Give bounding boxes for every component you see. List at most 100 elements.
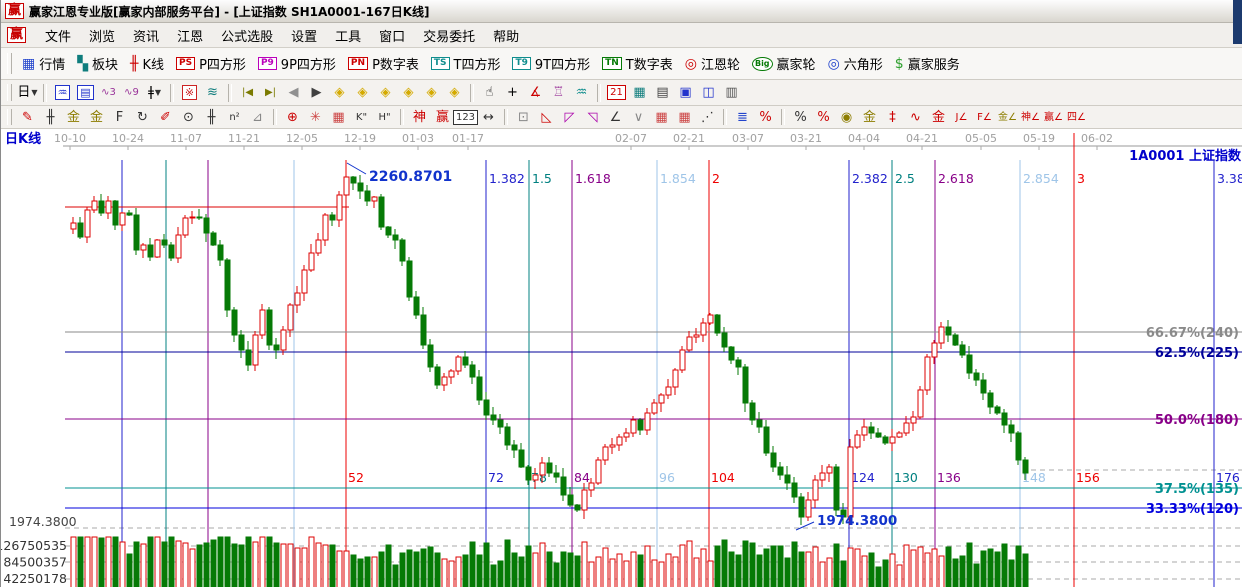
gold-circle-button[interactable]: ◉ — [835, 108, 858, 127]
9p-square-button[interactable]: P99P四方形 — [252, 52, 342, 75]
gold-level-lines-button[interactable]: 金 — [858, 108, 881, 127]
slant-lines-button[interactable]: ⋰ — [696, 108, 719, 127]
h-span-button[interactable]: ↔ — [477, 108, 500, 127]
period-selector-button[interactable]: 日▼ — [16, 83, 39, 102]
menu-item-formula-stock-pick[interactable]: 公式选股 — [212, 28, 282, 47]
square-region-button[interactable]: ⊡ — [512, 108, 535, 127]
crosshair-button[interactable]: + — [501, 83, 524, 102]
menu-item-gann[interactable]: 江恩 — [168, 28, 212, 47]
fan-in-square-icon: ◸ — [565, 111, 575, 124]
gann-wheel-button[interactable]: ◎江恩轮 — [679, 52, 746, 75]
gann-crown-tool-button[interactable]: ♖ — [547, 83, 570, 102]
fence-scale-button[interactable]: ╫ — [39, 108, 62, 127]
menu-item-help[interactable]: 帮助 — [484, 28, 528, 47]
n2-fence-button[interactable]: n² — [223, 108, 246, 127]
candle-period-button[interactable]: ǂ▼ — [143, 83, 166, 102]
p-square-button[interactable]: PSP四方形 — [170, 52, 252, 75]
calculator-button[interactable]: ▦ — [628, 83, 651, 102]
price-list-button[interactable]: ≣ — [731, 108, 754, 127]
ying-tool-button[interactable]: 赢 — [431, 108, 454, 127]
percent-retrace-button[interactable]: % — [754, 108, 777, 127]
percent-line-button[interactable]: % — [812, 108, 835, 127]
zigzag-lines-button[interactable]: ∨ — [627, 108, 650, 127]
free-sketch-button[interactable]: ♒ — [570, 83, 593, 102]
gann-fan-button[interactable]: ◺ — [535, 108, 558, 127]
h-marks-button[interactable]: H" — [373, 108, 396, 127]
fan-in-square-button[interactable]: ◸ — [558, 108, 581, 127]
winner-wheel-button[interactable]: Big赢家轮 — [746, 52, 822, 75]
pen-candle-button[interactable]: ‡ — [881, 108, 904, 127]
info-list-button[interactable]: ▤ — [74, 83, 97, 102]
zoom-h-diamond-button[interactable]: ◈ — [374, 83, 397, 102]
k-marks-button[interactable]: K" — [350, 108, 373, 127]
zoom-v-diamond-button[interactable]: ◈ — [420, 83, 443, 102]
p-number-table-button[interactable]: PNP数字表 — [342, 52, 425, 75]
zoom-left-diamond-button[interactable]: ◈ — [328, 83, 351, 102]
draw-pen-button[interactable]: ✎ — [16, 108, 39, 127]
pan-hand-button[interactable]: ☝ — [478, 83, 501, 102]
nav-first-button[interactable]: |◀ — [236, 83, 259, 102]
printer-button[interactable]: ▥ — [720, 83, 743, 102]
grid-axis-tool-button[interactable]: ▦ — [673, 108, 696, 127]
si-angle-button[interactable]: 四∠ — [1065, 108, 1088, 127]
calendar-button[interactable]: 21 — [605, 83, 628, 102]
gold-angle-button[interactable]: 金∠ — [996, 108, 1019, 127]
wave-3-button[interactable]: ∿3 — [97, 83, 120, 102]
shen-tool-button[interactable]: 神 — [408, 108, 431, 127]
f-angle-button[interactable]: F∠ — [973, 108, 996, 127]
f-fence-button[interactable]: F — [108, 108, 131, 127]
angle-lines-button[interactable]: ∠ — [604, 108, 627, 127]
nav-last-button[interactable]: ▶| — [259, 83, 282, 102]
menu-item-browse[interactable]: 浏览 — [80, 28, 124, 47]
zoom-fit-diamond-button[interactable]: ◈ — [443, 83, 466, 102]
menu-item-trade-entrust[interactable]: 交易委托 — [414, 28, 484, 47]
nav-prev-button[interactable]: ◀ — [282, 83, 305, 102]
t-number-table-button[interactable]: TNT数字表 — [596, 52, 679, 75]
quotes-button[interactable]: ▦行情 — [16, 52, 71, 75]
clock-fence-button[interactable]: ⊙ — [177, 108, 200, 127]
spiral-fence-button[interactable]: ↻ — [131, 108, 154, 127]
wave-channel-button[interactable]: ∿ — [904, 108, 927, 127]
gold-red-lines-button[interactable]: 金 — [927, 108, 950, 127]
gann-ratio-label: 3.382 — [1217, 171, 1242, 186]
gold-fence-button[interactable]: 金 — [62, 108, 85, 127]
percent-plain-button[interactable]: % — [789, 108, 812, 127]
kline-button[interactable]: ╫K线 — [124, 52, 170, 75]
pattern-tool-button[interactable]: ※ — [178, 83, 201, 102]
nav-next-button[interactable]: ▶ — [305, 83, 328, 102]
winner-service-button[interactable]: $赢家服务 — [889, 52, 966, 75]
menu-item-news[interactable]: 资讯 — [124, 28, 168, 47]
ruler-123-button[interactable]: 123 — [454, 108, 477, 127]
net-monitor-button[interactable]: ◫ — [697, 83, 720, 102]
j-angle-button[interactable]: J∠ — [950, 108, 973, 127]
gold-fence-2-button[interactable]: 金 — [85, 108, 108, 127]
target-circle-button[interactable]: ⊕ — [281, 108, 304, 127]
zoom-right-diamond-button[interactable]: ◈ — [351, 83, 374, 102]
sectors-button[interactable]: ▚板块 — [71, 52, 124, 75]
color-histogram-button[interactable]: ≋ — [201, 83, 224, 102]
titlebar[interactable]: 赢 赢家江恩专业版[赢家内部服务平台] - [上证指数 SH1A0001-167… — [1, 0, 1242, 23]
hexagon-button[interactable]: ◎六角形 — [822, 52, 889, 75]
menu-item-file[interactable]: 文件 — [36, 28, 80, 47]
web-grid-button[interactable]: ▦ — [327, 108, 350, 127]
ying-angle-button[interactable]: 赢∠ — [1042, 108, 1065, 127]
menu-item-tools[interactable]: 工具 — [326, 28, 370, 47]
menu-item-settings[interactable]: 设置 — [282, 28, 326, 47]
angle-ruler-button[interactable]: ⊿ — [246, 108, 269, 127]
grid-tool-button[interactable]: ▦ — [650, 108, 673, 127]
shen-angle-button[interactable]: 神∠ — [1019, 108, 1042, 127]
9t-square-button[interactable]: T99T四方形 — [506, 52, 596, 75]
zoom-all-diamond-button[interactable]: ◈ — [397, 83, 420, 102]
star-grid-button[interactable]: ✳ — [304, 108, 327, 127]
square-with-fan-button[interactable]: ◹ — [581, 108, 604, 127]
measure-angle-button[interactable]: ∡ — [524, 83, 547, 102]
notepad-button[interactable]: ▤ — [651, 83, 674, 102]
menu-item-window[interactable]: 窗口 — [370, 28, 414, 47]
gann-shape-tool-button[interactable]: ♒ — [51, 83, 74, 102]
t-square-button[interactable]: TST四方形 — [425, 52, 507, 75]
save-button[interactable]: ▣ — [674, 83, 697, 102]
chart-area[interactable]: 日K线10-1010-2411-0711-2112-0512-1901-0301… — [1, 129, 1242, 587]
wave-9-button[interactable]: ∿9 — [120, 83, 143, 102]
plain-fence-button[interactable]: ╫ — [200, 108, 223, 127]
pen-scale-button[interactable]: ✐ — [154, 108, 177, 127]
